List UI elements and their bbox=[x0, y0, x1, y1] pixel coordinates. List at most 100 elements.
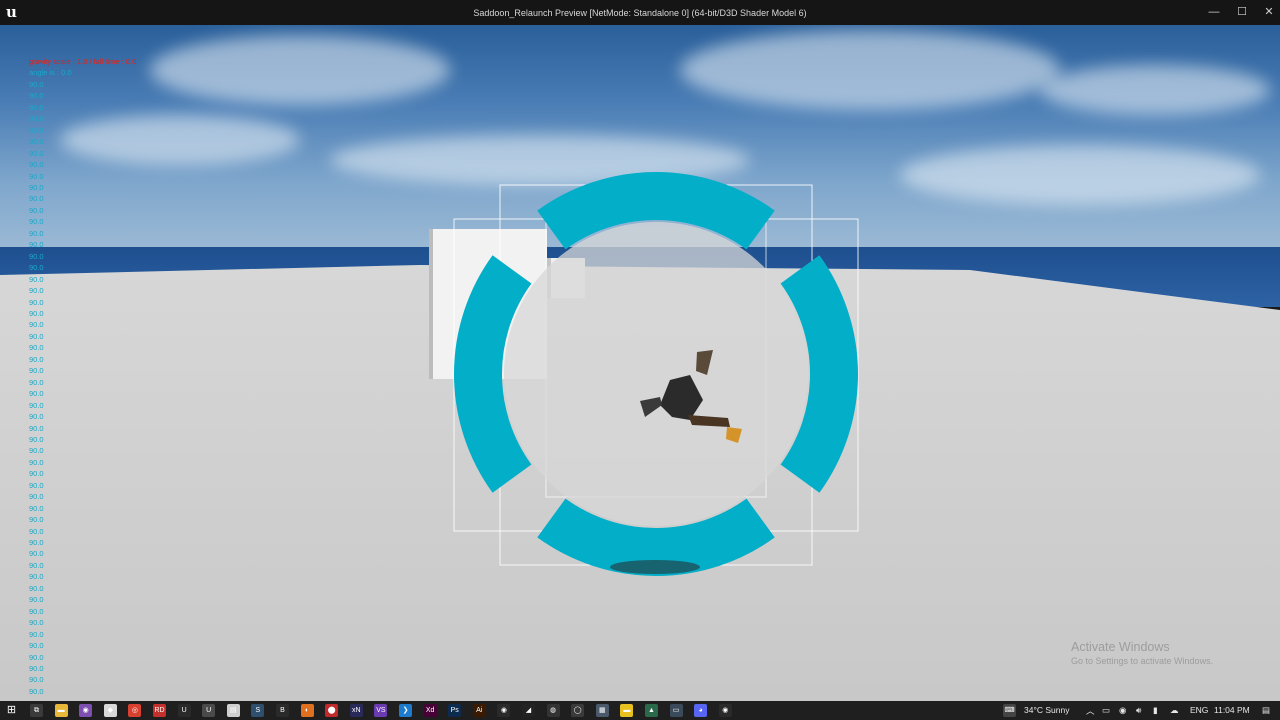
debug-value-line: 90.0 bbox=[29, 641, 44, 651]
app-icon[interactable]: ◆ bbox=[103, 704, 117, 717]
tor-browser-icon[interactable]: ◉ bbox=[79, 704, 93, 717]
task-view-icon[interactable]: ⧉ bbox=[30, 704, 43, 717]
debug-angle-line: angle is : 0.0 bbox=[29, 68, 72, 78]
debug-value-line: 90.0 bbox=[29, 549, 44, 559]
debug-gravity-line: gravity scale : 1.0 / fall time : 0.0 bbox=[29, 57, 137, 66]
debug-value-line: 90.0 bbox=[29, 686, 44, 696]
debug-value-line: 90.0 bbox=[29, 572, 44, 582]
debug-value-line: 90.0 bbox=[29, 274, 44, 284]
debug-value-line: 90.0 bbox=[29, 240, 44, 250]
debug-value-line: 90.0 bbox=[29, 286, 44, 296]
window-title: Saddoon_Relaunch Preview [NetMode: Stand… bbox=[473, 8, 807, 18]
debug-value-line: 90.0 bbox=[29, 389, 44, 399]
debug-value-line: 90.0 bbox=[29, 377, 44, 387]
notepad-icon[interactable]: ▤ bbox=[226, 704, 240, 717]
show-hidden-icons-icon[interactable]: ︿ bbox=[1086, 705, 1095, 717]
debug-value-line: 90.0 bbox=[29, 583, 44, 593]
debug-value-line: 90.0 bbox=[29, 412, 44, 422]
debug-value-line: 90.0 bbox=[29, 469, 44, 479]
debug-value-line: 90.0 bbox=[29, 515, 44, 525]
debug-value-line: 90.0 bbox=[29, 629, 44, 639]
app-green-icon[interactable]: ▲ bbox=[645, 704, 658, 717]
obs-icon[interactable]: ◍ bbox=[546, 704, 560, 717]
close-button[interactable]: ✕ bbox=[1259, 5, 1279, 19]
game-viewport[interactable]: gravity scale : 1.0 / fall time : 0.0 an… bbox=[0, 25, 1280, 701]
debug-log: gravity scale : 1.0 / fall time : 0.0 an… bbox=[29, 56, 136, 697]
maximize-button[interactable]: ☐ bbox=[1232, 5, 1252, 19]
debug-value-line: 90.0 bbox=[29, 205, 44, 215]
illustrator-icon[interactable]: Ai bbox=[472, 704, 486, 717]
visual-studio-icon[interactable]: VS bbox=[374, 704, 388, 717]
debug-value-line: 90.0 bbox=[29, 480, 44, 490]
notifications-icon[interactable]: ▤ bbox=[1262, 705, 1270, 716]
debug-value-line: 90.0 bbox=[29, 171, 44, 181]
debug-value-line: 90.0 bbox=[29, 446, 44, 456]
language-indicator[interactable]: ENG bbox=[1190, 705, 1208, 715]
debug-value-line: 90.0 bbox=[29, 526, 44, 536]
debug-value-line: 90.0 bbox=[29, 538, 44, 548]
debug-value-line: 90.0 bbox=[29, 91, 44, 101]
debug-value-line: 90.0 bbox=[29, 560, 44, 570]
debug-value-line: 90.0 bbox=[29, 595, 44, 605]
debug-value-line: 90.0 bbox=[29, 400, 44, 410]
debug-value-line: 90.0 bbox=[29, 492, 44, 502]
debug-value-line: 90.0 bbox=[29, 664, 44, 674]
minimize-button[interactable]: — bbox=[1204, 5, 1224, 19]
debug-value-line: 90.0 bbox=[29, 675, 44, 685]
window-titlebar: u Saddoon_Relaunch Preview [NetMode: Sta… bbox=[0, 0, 1280, 25]
onedrive-icon[interactable]: ☁ bbox=[1170, 705, 1179, 716]
blender-icon[interactable]: B bbox=[276, 704, 289, 717]
calculator-icon[interactable]: ▦ bbox=[595, 704, 609, 717]
clock[interactable]: 11:04 PM bbox=[1214, 705, 1250, 715]
chrome-icon[interactable]: ◎ bbox=[128, 704, 142, 717]
blender-app-icon[interactable]: ◉ bbox=[718, 704, 732, 717]
adobe-xd-icon[interactable]: Xd bbox=[423, 704, 437, 717]
file-explorer-icon[interactable]: ▬ bbox=[54, 704, 68, 717]
debug-value-line: 90.0 bbox=[29, 182, 44, 192]
app-monitor-icon[interactable]: ▭ bbox=[669, 704, 683, 717]
davinci-icon[interactable]: RD bbox=[153, 704, 166, 717]
debug-value-line: 90.0 bbox=[29, 423, 44, 433]
discord-icon[interactable]: ◕ bbox=[694, 704, 708, 717]
steam-icon[interactable]: S bbox=[251, 704, 265, 717]
unreal-editor-icon[interactable]: U bbox=[177, 704, 191, 717]
taskbar: ⊞ ⧉ ▬ ◉ ◆ ◎ RD U U ▤ S B ◐ ⬤ xN VS ❯ Xd Ps Ai ◉ ◢ ◍ ◯ ▦ ▬ ▲ ▭ ◕ ◉ ⌨ … bbox=[0, 701, 1280, 720]
battery-icon[interactable]: ▭ bbox=[1102, 705, 1110, 716]
app-orange-icon[interactable]: ◐ bbox=[300, 704, 314, 717]
reticle-overlay bbox=[453, 172, 859, 576]
app-xn-icon[interactable]: xN bbox=[349, 704, 363, 717]
debug-value-line: 90.0 bbox=[29, 228, 44, 238]
unreal-editor-active-icon[interactable]: U bbox=[202, 704, 216, 717]
weather-label[interactable]: 34°C Sunny bbox=[1024, 705, 1069, 715]
watermark-subtitle: Go to Settings to activate Windows. bbox=[1071, 656, 1214, 666]
debug-value-line: 90.0 bbox=[29, 434, 44, 444]
debug-value-line: 90.0 bbox=[29, 366, 44, 376]
unity-icon[interactable]: ◢ bbox=[522, 704, 535, 717]
debug-value-line: 90.0 bbox=[29, 194, 44, 204]
debug-value-line: 90.0 bbox=[29, 308, 44, 318]
debug-value-line: 90.0 bbox=[29, 148, 44, 158]
debug-value-line: 90.0 bbox=[29, 343, 44, 353]
windows-start-icon[interactable]: ⊞ bbox=[5, 704, 18, 717]
debug-value-line: 90.0 bbox=[29, 217, 44, 227]
volume-icon[interactable]: 🔊︎ bbox=[1136, 705, 1141, 716]
debug-value-line: 90.0 bbox=[29, 251, 44, 261]
debug-value-line: 90.0 bbox=[29, 102, 44, 112]
debug-value-line: 90.0 bbox=[29, 457, 44, 467]
debug-value-line: 90.0 bbox=[29, 160, 44, 170]
debug-value-line: 90.0 bbox=[29, 125, 44, 135]
photoshop-icon[interactable]: Ps bbox=[448, 704, 462, 717]
app-circle-icon[interactable]: ◯ bbox=[571, 704, 585, 717]
network-icon[interactable]: ◉ bbox=[1119, 705, 1126, 716]
app-red-icon[interactable]: ⬤ bbox=[325, 704, 339, 717]
vscode-icon[interactable]: ❯ bbox=[399, 704, 412, 717]
sticky-notes-icon[interactable]: ▬ bbox=[620, 704, 634, 717]
blender-orange-icon[interactable]: ◉ bbox=[497, 704, 511, 717]
debug-value-line: 90.0 bbox=[29, 503, 44, 513]
microphone-icon[interactable]: ▮ bbox=[1153, 705, 1158, 716]
debug-value-line: 90.0 bbox=[29, 606, 44, 616]
debug-value-line: 90.0 bbox=[29, 618, 44, 628]
debug-value-line: 90.0 bbox=[29, 79, 44, 89]
keyboard-icon[interactable]: ⌨ bbox=[1003, 704, 1016, 717]
activate-windows-watermark: Activate Windows Go to Settings to activ… bbox=[1071, 640, 1213, 666]
